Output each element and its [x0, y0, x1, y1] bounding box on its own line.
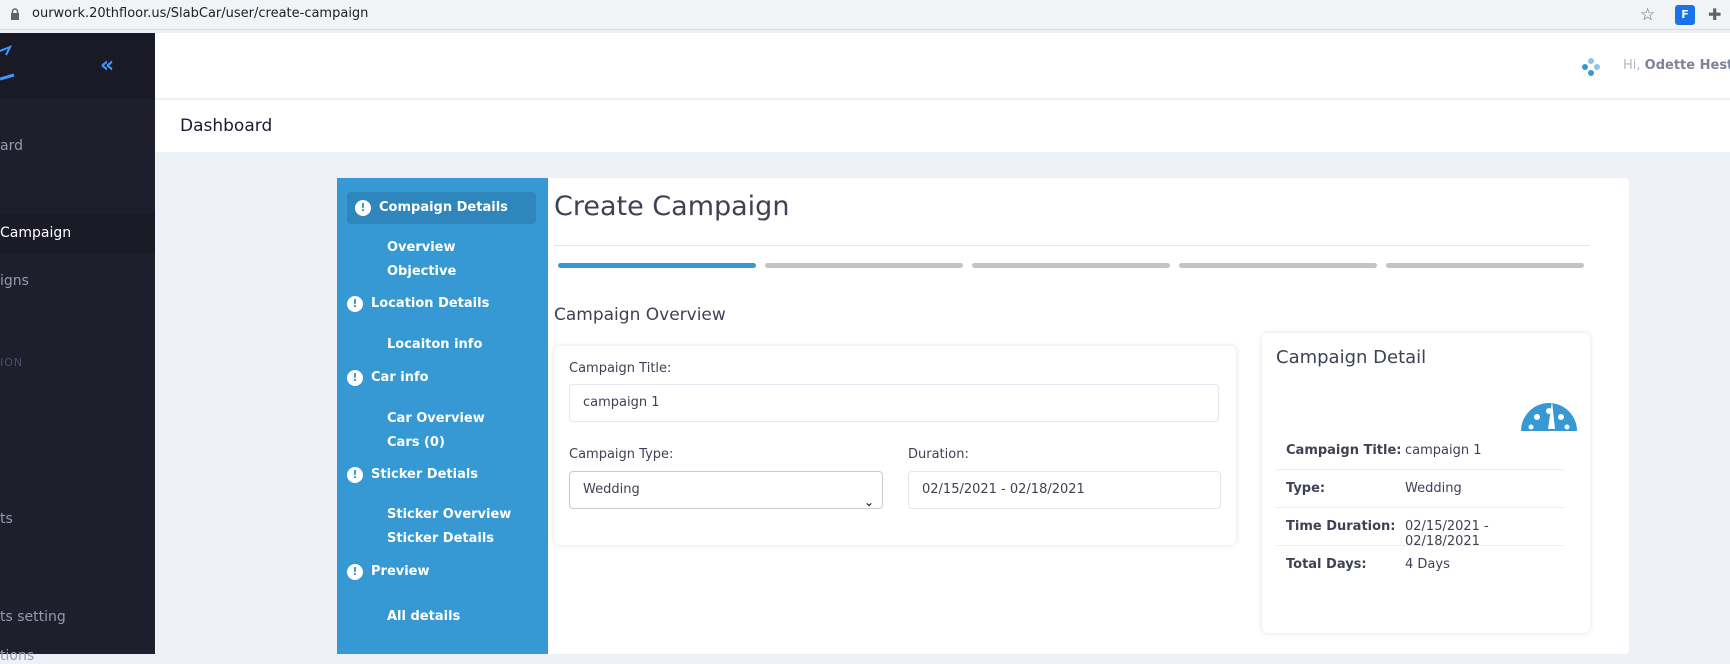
divider — [554, 245, 1590, 246]
progress-segment — [1386, 263, 1584, 268]
subheader: Dashboard — [155, 100, 1730, 152]
progress-segment — [765, 263, 963, 268]
info-icon: ! — [347, 370, 363, 386]
sidebar-item-payments[interactable]: ts — [0, 511, 13, 527]
user-name: Odette Hester — [1644, 58, 1730, 73]
campaign-detail-title: Campaign Detail — [1276, 347, 1427, 368]
page-title: Create Campaign — [554, 191, 790, 222]
campaign-type-value: Wedding — [583, 482, 640, 497]
duration-label: Duration: — [908, 447, 969, 462]
chevron-down-icon: ⌄ — [863, 495, 874, 509]
info-icon: ! — [347, 296, 363, 312]
extension-icon[interactable]: F — [1675, 5, 1695, 25]
campaign-title-input[interactable]: campaign 1 — [569, 384, 1219, 422]
gauge-icon — [1521, 401, 1577, 431]
collapse-icon[interactable]: « — [100, 53, 114, 78]
campaign-type-select[interactable]: Wedding ⌄ — [569, 471, 883, 509]
wizard-step-preview[interactable]: ! Preview — [347, 556, 536, 588]
wizard-step-location-details[interactable]: ! Location Details — [347, 288, 536, 320]
campaign-title-label: Campaign Title: — [569, 361, 672, 376]
wizard-sub-objective[interactable]: Objective — [387, 264, 456, 279]
duration-input[interactable]: 02/15/2021 - 02/18/2021 — [908, 471, 1221, 509]
detail-row-total-days: Total Days: 4 Days — [1286, 557, 1450, 572]
wizard-sub-car-overview[interactable]: Car Overview — [387, 411, 485, 426]
detail-row-type: Type: Wedding — [1276, 470, 1564, 508]
apps-icon[interactable] — [1581, 57, 1601, 77]
wizard-sub-overview[interactable]: Overview — [387, 240, 456, 255]
sidebar-item-campaigns[interactable]: igns — [0, 273, 29, 289]
progress-segment — [1179, 263, 1377, 268]
wizard-sub-sticker-details[interactable]: Sticker Details — [387, 531, 494, 546]
wizard-sub-sticker-overview[interactable]: Sticker Overview — [387, 507, 511, 522]
sidebar-item-dashboard[interactable]: ard — [0, 138, 23, 154]
url-text[interactable]: ourwork.20thfloor.us/SlabCar/user/create… — [32, 6, 368, 21]
page-breadcrumb-title: Dashboard — [180, 116, 273, 136]
wizard-sub-location-info[interactable]: Locaiton info — [387, 337, 482, 352]
lock-icon — [11, 8, 19, 20]
user-greeting[interactable]: Hi, Odette Hester — [1623, 58, 1730, 73]
wizard-sub-all-details[interactable]: All details — [387, 609, 460, 624]
browser-address-bar: ourwork.20thfloor.us/SlabCar/user/create… — [0, 0, 1730, 30]
top-header: Hi, Odette Hester — [155, 33, 1730, 99]
section-title: Campaign Overview — [554, 305, 726, 325]
sidebar-brand: « — [0, 33, 155, 99]
info-icon: ! — [347, 564, 363, 580]
wizard-step-car-info[interactable]: ! Car info — [347, 362, 536, 394]
campaign-type-label: Campaign Type: — [569, 447, 674, 462]
progress-segment — [558, 263, 756, 268]
sidebar-item-create-campaign[interactable]: Campaign — [0, 213, 155, 253]
info-icon: ! — [355, 200, 371, 216]
puzzle-icon[interactable]: ✚ — [1708, 5, 1721, 24]
sidebar: « ard Campaign igns ION ts ts setting ti… — [0, 33, 155, 664]
wizard-step-sticker-details[interactable]: ! Sticker Detials — [347, 459, 536, 491]
info-icon: ! — [347, 467, 363, 483]
detail-row-duration: Time Duration: 02/15/2021 - 02/18/2021 — [1276, 508, 1564, 549]
sidebar-item-settings[interactable]: ts setting — [0, 609, 66, 625]
detail-row-title: Campaign Title: campaign 1 — [1276, 432, 1564, 470]
logo — [0, 45, 15, 81]
wizard-sub-cars[interactable]: Cars (0) — [387, 435, 445, 450]
progress-segment — [972, 263, 1170, 268]
wizard-nav: ! Compaign Details Overview Objective ! … — [337, 178, 548, 654]
sidebar-item-notifications[interactable]: tions — [0, 648, 34, 664]
campaign-detail-card: Campaign Detail Campaign Title: campaign… — [1262, 333, 1590, 633]
campaign-overview-form: Campaign Title: campaign 1 Campaign Type… — [554, 346, 1236, 545]
wizard-step-campaign-details[interactable]: ! Compaign Details — [347, 192, 536, 224]
sidebar-section-label: ION — [0, 356, 24, 369]
star-icon[interactable]: ☆ — [1640, 5, 1655, 25]
